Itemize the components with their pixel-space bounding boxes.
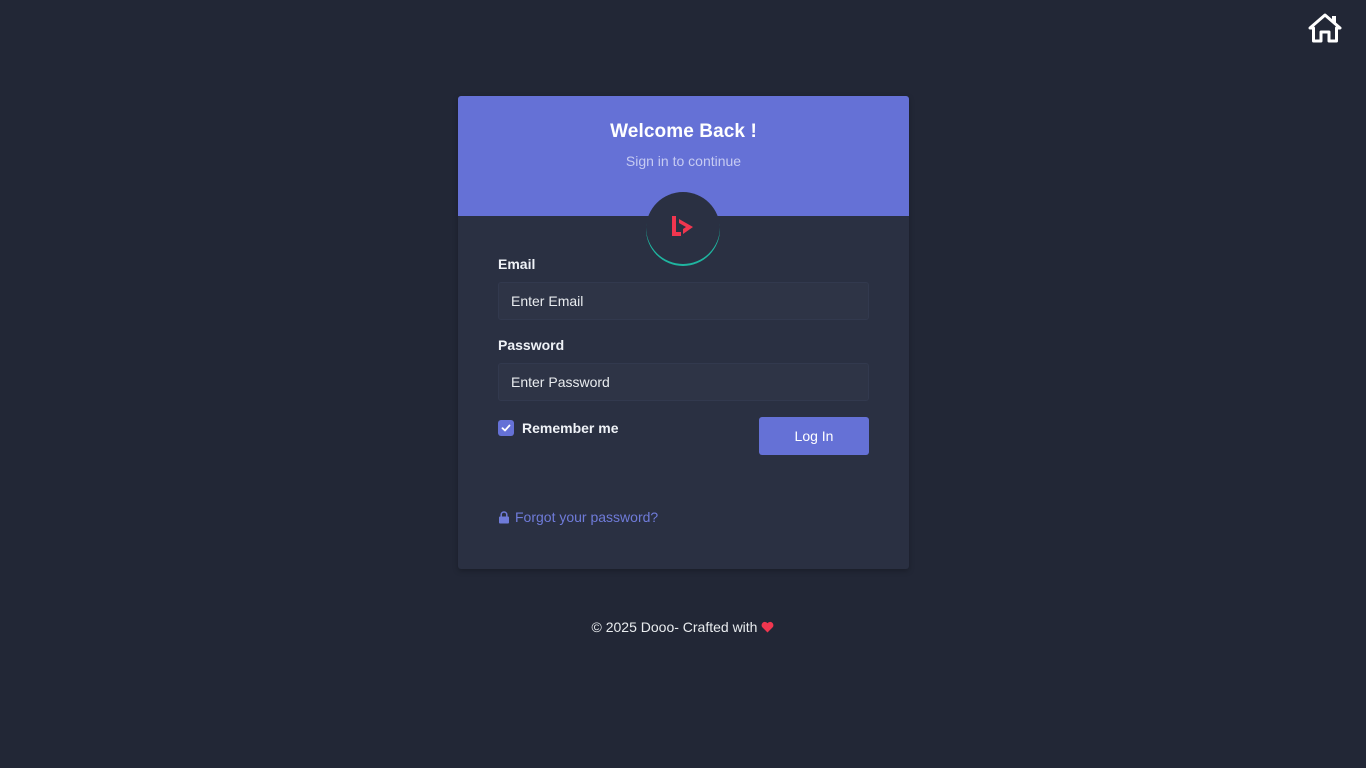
heart-icon bbox=[762, 621, 774, 633]
check-icon bbox=[501, 424, 511, 432]
brand-logo-icon bbox=[672, 216, 693, 236]
remember-me[interactable]: Remember me bbox=[498, 420, 619, 436]
email-label: Email bbox=[498, 256, 536, 272]
password-field[interactable] bbox=[498, 363, 869, 401]
home-icon bbox=[1308, 13, 1342, 43]
email-field[interactable] bbox=[498, 282, 869, 320]
password-label: Password bbox=[498, 337, 565, 353]
remember-checkbox[interactable] bbox=[498, 420, 514, 436]
lock-icon bbox=[499, 510, 509, 523]
logo-avatar[interactable] bbox=[646, 192, 720, 266]
remember-label: Remember me bbox=[522, 420, 619, 436]
page-subtitle: Sign in to continue bbox=[625, 153, 742, 169]
forgot-password-link[interactable]: Forgot your password? bbox=[498, 509, 658, 525]
login-button[interactable]: Log In bbox=[759, 417, 869, 455]
page-title: Welcome Back ! bbox=[610, 121, 757, 142]
form-actions: Remember me Log In bbox=[498, 417, 869, 457]
login-form: Email Password Remember me Log In bbox=[498, 256, 869, 457]
forgot-password-label: Forgot your password? bbox=[515, 509, 659, 525]
footer: © 2025 Dooo- Crafted with bbox=[0, 619, 1366, 635]
login-card: Welcome Back ! Sign in to continue Email… bbox=[458, 96, 909, 569]
home-button[interactable] bbox=[1308, 12, 1342, 44]
footer-text: © 2025 Dooo- Crafted with bbox=[591, 619, 758, 635]
